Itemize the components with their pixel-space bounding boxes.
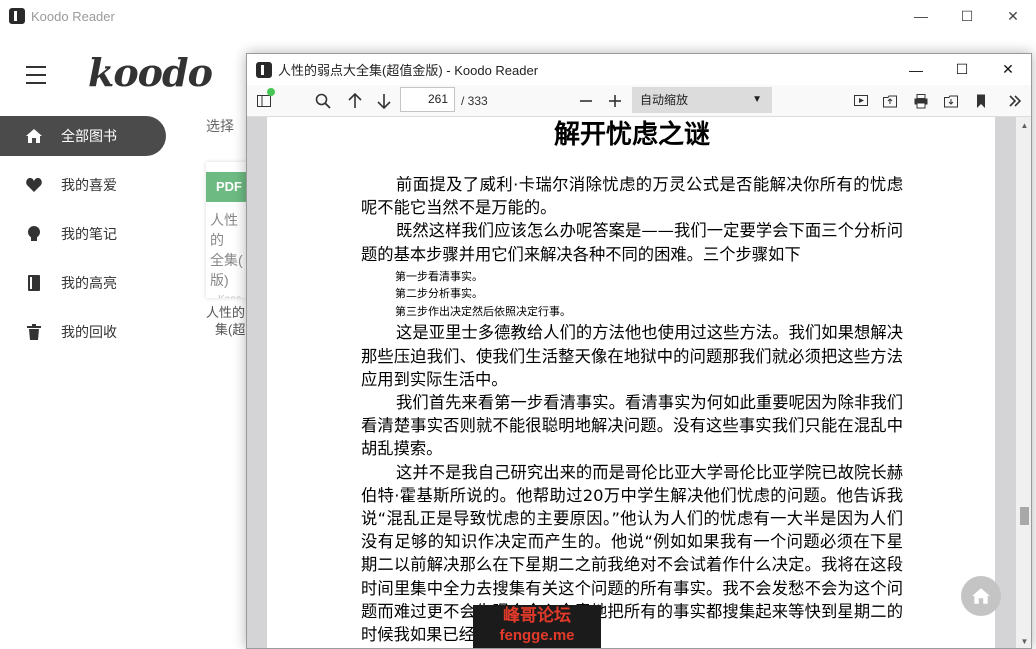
presentation-mode-icon[interactable] [850, 90, 872, 112]
zoom-in-icon[interactable] [604, 90, 626, 112]
pdf-page: 解开忧虑之谜 前面提及了威利·卡瑞尔消除忧虑的万灵公式是否能解决你所有的忧虑呢不… [267, 117, 1001, 648]
minimize-icon[interactable]: — [893, 54, 939, 85]
reader-titlebar: 人性的弱点大全集(超值金版) - Koodo Reader — ☐ ✕ [247, 54, 1031, 85]
download-icon[interactable] [940, 90, 962, 112]
paragraph: 前面提及了威利·卡瑞尔消除忧虑的万灵公式是否能解决你所有的忧虑呢不能它当然不是万… [361, 175, 903, 218]
book-caption: 人性的 集(超 [206, 304, 250, 338]
step-item: 第三步作出决定然后依照决定行事。 [395, 304, 571, 318]
paragraph: 这并不是我自己研究出来的而是哥伦比亚大学哥伦比亚学院已故院长赫伯特·霍基斯所说的… [361, 462, 903, 644]
print-icon[interactable] [910, 90, 932, 112]
home-button[interactable] [961, 576, 1001, 616]
sidebar-item-label: 全部图书 [61, 128, 117, 144]
book-card-title: 人性的 全集( 版) [206, 202, 250, 290]
sidebar-item-label: 我的笔记 [61, 226, 117, 242]
watermark-line: fengge.me [499, 627, 575, 644]
document-viewer[interactable]: 解开忧虑之谜 前面提及了威利·卡瑞尔消除忧虑的万灵公式是否能解决你所有的忧虑呢不… [247, 117, 1031, 648]
heart-icon [24, 175, 44, 195]
page-total: / 333 [461, 94, 488, 108]
step-item: 第二步分析事实。 [395, 287, 483, 301]
vertical-scrollbar[interactable]: ▲ ▼ [1016, 117, 1031, 648]
scrollbar-thumb[interactable] [1020, 507, 1029, 525]
home-icon [972, 588, 990, 604]
main-window-controls: — ☐ ✕ [898, 0, 1036, 32]
open-file-icon[interactable] [879, 90, 901, 112]
paragraph: 我们首先来看第一步看清事实。看清事实为何如此重要呢因为除非我们看清楚事实否则就不… [361, 392, 903, 459]
sidebar: 全部图书 我的喜爱 我的笔记 我的高亮 我的回收 [0, 116, 170, 361]
page-number-input[interactable]: 261 [400, 87, 455, 112]
zoom-select[interactable]: 自动缩放 ▼ [632, 87, 772, 113]
search-icon[interactable] [312, 90, 334, 112]
koodo-app-icon [256, 61, 272, 78]
bulb-icon [24, 224, 44, 244]
book-caption-line: 人性的 [206, 305, 246, 320]
sidebar-item-favorites[interactable]: 我的喜爱 [0, 165, 170, 205]
highlight-book-icon [24, 273, 44, 293]
reader-window: 人性的弱点大全集(超值金版) - Koodo Reader — ☐ ✕ 261 … [246, 53, 1032, 649]
book-caption-line: 集(超 [215, 322, 246, 337]
minimize-icon[interactable]: — [898, 0, 944, 32]
scroll-down-icon[interactable]: ▼ [1016, 633, 1031, 648]
sidebar-item-highlights[interactable]: 我的高亮 [0, 263, 170, 303]
koodo-logo: koodo [88, 50, 213, 95]
sidebar-item-all-books[interactable]: 全部图书 [0, 116, 166, 156]
main-window-title: Koodo Reader [31, 8, 115, 24]
step-item: 第一步看清事实。 [395, 269, 483, 283]
scroll-up-icon[interactable]: ▲ [1016, 117, 1031, 134]
select-label[interactable]: 选择 [206, 116, 234, 136]
main-titlebar: Koodo Reader — ☐ ✕ [0, 0, 1036, 32]
paragraph: 这是亚里士多德教给人们的方法他也使用过这些方法。我们如果想解决那些压迫我们、使我… [361, 323, 903, 389]
sidebar-item-label: 我的高亮 [61, 275, 117, 291]
notification-dot [267, 88, 275, 96]
close-icon[interactable]: ✕ [985, 54, 1031, 85]
arrow-down-icon[interactable] [373, 90, 395, 112]
watermark-line: 峰哥论坛 [503, 606, 571, 625]
book-card-subtitle: Kooo [206, 290, 250, 298]
book-card[interactable]: PDF 人性的 全集( 版) Kooo [206, 162, 250, 298]
arrow-up-icon[interactable] [344, 90, 366, 112]
pdf-badge: PDF [206, 172, 250, 202]
hamburger-menu-icon[interactable] [26, 66, 46, 84]
paragraph: 既然这样我们应该怎么办呢答案是——我们一定要学会下面三个分析问题的基本步骤并用它… [361, 221, 903, 264]
maximize-icon[interactable]: ☐ [939, 54, 985, 85]
chapter-title: 解开忧虑之谜 [553, 120, 710, 150]
zoom-out-icon[interactable] [575, 90, 597, 112]
home-icon [24, 126, 44, 146]
sidebar-item-notes[interactable]: 我的笔记 [0, 214, 170, 254]
reader-window-title: 人性的弱点大全集(超值金版) - Koodo Reader [278, 63, 539, 78]
watermark: 峰哥论坛 fengge.me [473, 605, 601, 648]
pdf-toolbar: 261 / 333 自动缩放 ▼ [247, 85, 1031, 117]
steps-list: 第一步看清事实。 第二步分析事实。 第三步作出决定然后依照决定行事。 [361, 268, 903, 321]
close-icon[interactable]: ✕ [990, 0, 1036, 32]
chevron-down-icon: ▼ [752, 94, 762, 105]
more-tools-icon[interactable] [1004, 90, 1026, 112]
maximize-icon[interactable]: ☐ [944, 0, 990, 32]
sidebar-item-trash[interactable]: 我的回收 [0, 312, 170, 352]
bookmark-icon[interactable] [970, 90, 992, 112]
trash-icon [24, 322, 44, 342]
page-text: 解开忧虑之谜 前面提及了威利·卡瑞尔消除忧虑的万灵公式是否能解决你所有的忧虑呢不… [361, 117, 903, 646]
book-card-title-line: 全集( [210, 252, 243, 268]
book-card-title-line: 人性的 [210, 212, 238, 248]
reader-window-controls: — ☐ ✕ [893, 54, 1031, 85]
koodo-app-icon [9, 8, 25, 24]
zoom-select-value: 自动缩放 [640, 93, 689, 107]
sidebar-item-label: 我的回收 [61, 324, 117, 340]
book-card-title-line: 版) [210, 272, 229, 288]
sidebar-item-label: 我的喜爱 [61, 177, 117, 193]
